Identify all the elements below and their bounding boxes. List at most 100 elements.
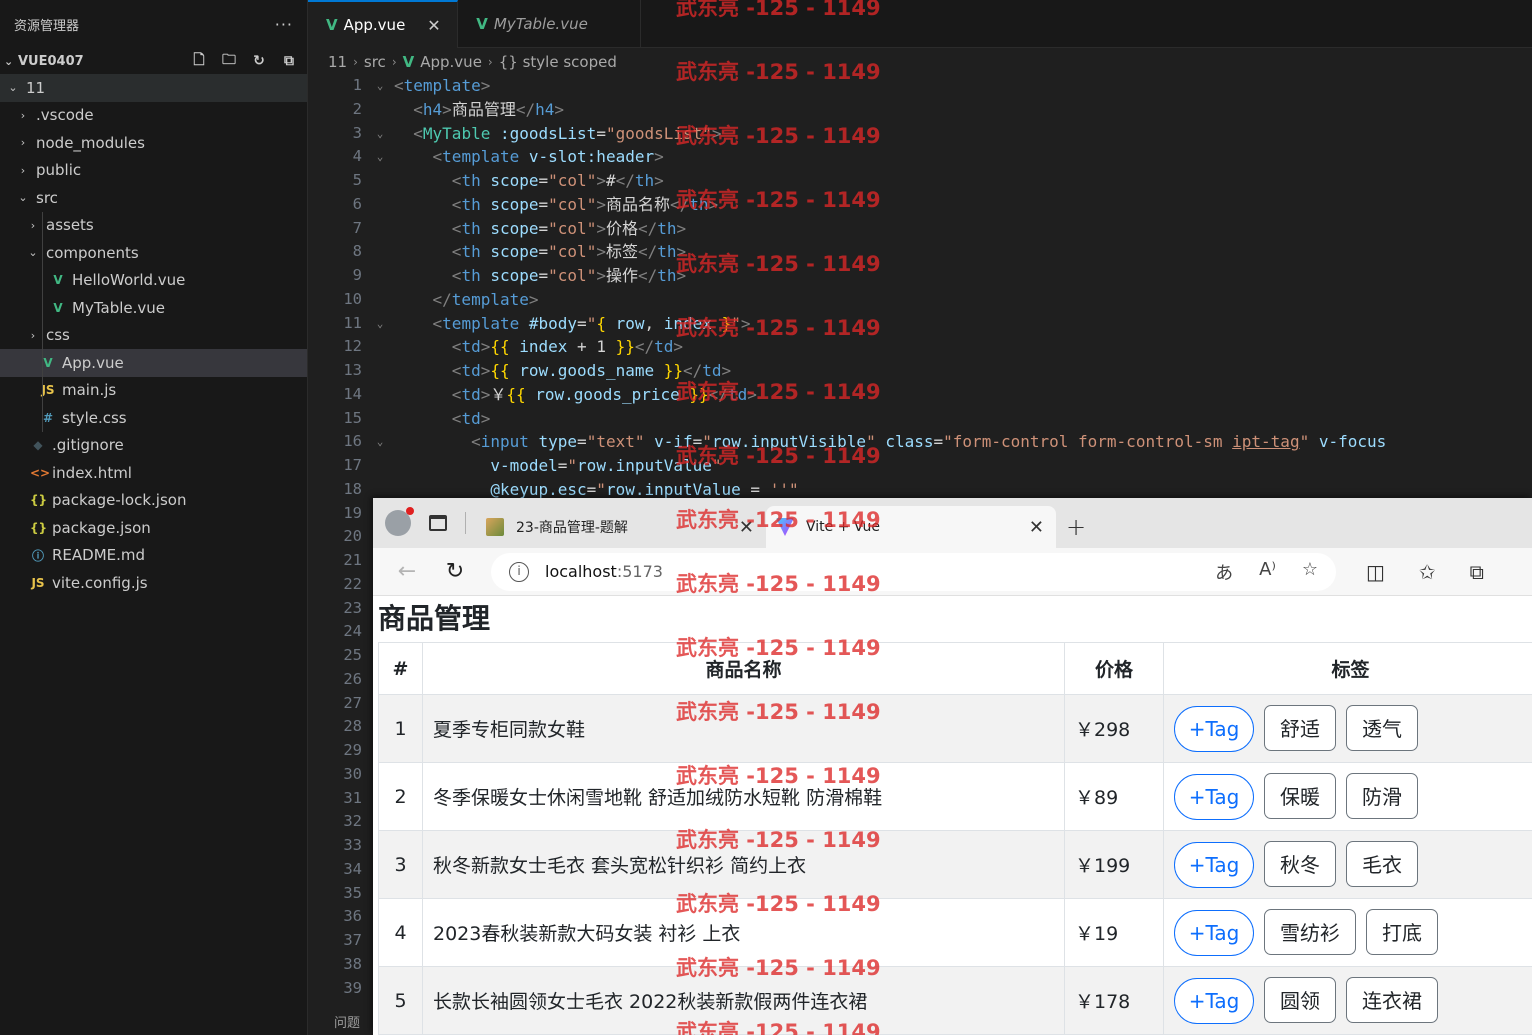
project-header[interactable]: ⌄ VUE0407 🗋 🗀 ↻ ⧉ bbox=[0, 48, 307, 74]
code-line[interactable]: <th scope="col">标签</th> bbox=[394, 240, 1532, 264]
tree-item[interactable]: ⓘ README.md bbox=[0, 542, 307, 570]
code-token: </ bbox=[432, 289, 452, 309]
site-info-icon[interactable]: i bbox=[509, 561, 529, 582]
tree-item[interactable]: V App.vue bbox=[0, 349, 307, 377]
code-token: MyTable bbox=[422, 123, 491, 143]
new-folder-icon[interactable]: 🗀 bbox=[219, 51, 239, 71]
tree-item[interactable]: ⌄ src bbox=[0, 184, 307, 212]
tab-actions-icon[interactable] bbox=[429, 515, 447, 531]
close-tab-icon[interactable]: ✕ bbox=[739, 517, 754, 538]
code-line[interactable]: <th scope="col">价格</th> bbox=[394, 217, 1532, 241]
tree-item[interactable]: {} package.json bbox=[0, 514, 307, 542]
tree-item[interactable]: <> index.html bbox=[0, 459, 307, 487]
collections-icon[interactable]: ⧉ bbox=[1470, 560, 1484, 584]
tree-item[interactable]: V MyTable.vue bbox=[0, 294, 307, 322]
add-tag-button[interactable]: +Tag bbox=[1174, 706, 1254, 753]
favorites-icon[interactable]: ✩ bbox=[1419, 560, 1436, 584]
tree-item-label: assets bbox=[46, 216, 94, 235]
breadcrumb-folder[interactable]: 11 bbox=[328, 53, 347, 71]
code-line[interactable]: </template> bbox=[394, 288, 1532, 312]
code-lines[interactable]: <template> <h4>商品管理</h4> <MyTable :goods… bbox=[394, 74, 1532, 502]
tree-item[interactable]: › node_modules bbox=[0, 129, 307, 157]
refresh-icon[interactable]: ↻ bbox=[249, 51, 269, 71]
profile-avatar-icon[interactable] bbox=[385, 507, 414, 536]
split-screen-icon[interactable]: ◫ bbox=[1366, 560, 1385, 584]
tag-badge[interactable]: 雪纺衫 bbox=[1264, 908, 1356, 955]
tab-mytable-vue[interactable]: V MyTable.vue bbox=[458, 0, 641, 48]
tag-badge[interactable]: 毛衣 bbox=[1346, 840, 1418, 887]
cell-price: ￥298 bbox=[1064, 694, 1164, 763]
code-line[interactable]: <template #body="{ row, index }"> bbox=[394, 312, 1532, 336]
code-line[interactable]: <td> bbox=[394, 407, 1532, 431]
tree-item[interactable]: # style.css bbox=[0, 404, 307, 432]
tag-badge[interactable]: 圆领 bbox=[1264, 976, 1336, 1023]
tree-item[interactable]: ◆ .gitignore bbox=[0, 432, 307, 460]
tab-app-vue[interactable]: V App.vue ✕ bbox=[308, 0, 459, 48]
tree-item[interactable]: V HelloWorld.vue bbox=[0, 266, 307, 294]
fold-chevron-icon[interactable]: ⌄ bbox=[372, 122, 388, 146]
code-line[interactable]: <th scope="col">操作</th> bbox=[394, 264, 1532, 288]
back-arrow-icon[interactable]: ← bbox=[395, 559, 419, 584]
code-token: th bbox=[657, 242, 677, 262]
code-line[interactable]: <td>{{ index + 1 }}</td> bbox=[394, 335, 1532, 359]
close-icon[interactable]: ✕ bbox=[427, 16, 443, 35]
code-line[interactable]: <th scope="col">#</th> bbox=[394, 169, 1532, 193]
new-file-icon[interactable]: 🗋 bbox=[189, 51, 209, 71]
breadcrumb-folder[interactable]: src bbox=[364, 53, 386, 71]
browser-tab-inactive[interactable]: 23-商品管理-题解 ✕ bbox=[476, 506, 766, 548]
tree-item[interactable]: ⌄ components bbox=[0, 239, 307, 267]
add-tag-button[interactable]: +Tag bbox=[1174, 978, 1254, 1025]
code-line[interactable]: <MyTable :goodsList="goodsList"> bbox=[394, 122, 1532, 146]
tag-badge[interactable]: 打底 bbox=[1366, 908, 1438, 955]
tree-item[interactable]: JS vite.config.js bbox=[0, 569, 307, 597]
tag-badge[interactable]: 防滑 bbox=[1346, 772, 1418, 819]
tag-badge[interactable]: 秋冬 bbox=[1264, 840, 1336, 887]
cell-name: 秋冬新款女士毛衣 套头宽松针织衫 简约上衣 bbox=[422, 830, 1065, 899]
add-tag-button[interactable]: +Tag bbox=[1174, 774, 1254, 821]
favorite-star-icon[interactable]: ☆ bbox=[1302, 559, 1318, 585]
code-line[interactable]: <input type="text" v-if="row.inputVisibl… bbox=[394, 430, 1532, 454]
collapse-all-icon[interactable]: ⧉ bbox=[279, 51, 299, 71]
tree-item[interactable]: ⌄ 11 bbox=[0, 74, 307, 102]
close-tab-icon[interactable]: ✕ bbox=[1029, 517, 1044, 538]
add-tag-button[interactable]: +Tag bbox=[1174, 842, 1254, 889]
code-line[interactable]: <th scope="col">商品名称</th> bbox=[394, 193, 1532, 217]
code-line[interactable]: v-model="row.inputValue" bbox=[394, 454, 1532, 478]
fold-chevron-icon[interactable]: ⌄ bbox=[372, 145, 388, 169]
browser-tab-active[interactable]: Vite + Vue ✕ bbox=[766, 506, 1056, 548]
explorer-title: 资源管理器 bbox=[14, 18, 80, 34]
problems-label[interactable]: 问题 bbox=[334, 1012, 360, 1031]
read-aloud-icon[interactable]: A⁾ bbox=[1259, 559, 1276, 585]
tag-badge[interactable]: 舒适 bbox=[1264, 704, 1336, 751]
code-token: " bbox=[702, 432, 712, 452]
add-tag-button[interactable]: +Tag bbox=[1174, 910, 1254, 957]
code-line[interactable]: <td>{{ row.goods_name }}</td> bbox=[394, 359, 1532, 383]
address-bar[interactable]: i localhost:5173 あ A⁾ ☆ bbox=[491, 552, 1336, 591]
tree-item[interactable]: {} package-lock.json bbox=[0, 487, 307, 515]
code-line[interactable]: <template v-slot:header> bbox=[394, 145, 1532, 169]
tag-badge[interactable]: 透气 bbox=[1346, 704, 1418, 751]
new-tab-button[interactable]: + bbox=[1056, 506, 1096, 548]
tag-badge[interactable]: 保暖 bbox=[1264, 772, 1336, 819]
code-line[interactable]: <h4>商品管理</h4> bbox=[394, 98, 1532, 122]
table-body: 1 夏季专柜同款女鞋 ￥298 +Tag 舒适 透气 2 冬季保暖女士休闲雪地靴 舒适加绒防水… bbox=[378, 694, 1532, 1035]
breadcrumb-file[interactable]: App.vue bbox=[420, 53, 482, 71]
more-actions-icon[interactable]: ··· bbox=[275, 15, 293, 34]
vite-favicon-icon bbox=[776, 518, 794, 536]
tag-badge[interactable]: 连衣裙 bbox=[1346, 976, 1438, 1023]
code-line[interactable]: <template> bbox=[394, 74, 1532, 98]
fold-chevron-icon[interactable]: ⌄ bbox=[372, 430, 388, 454]
tree-item[interactable]: › .vscode bbox=[0, 102, 307, 130]
translate-icon[interactable]: あ bbox=[1215, 559, 1233, 585]
fold-chevron-icon[interactable]: ⌄ bbox=[372, 74, 388, 98]
chevron-down-icon: ⌄ bbox=[18, 191, 28, 205]
tree-item[interactable]: › public bbox=[0, 157, 307, 185]
breadcrumb-symbol[interactable]: {} style scoped bbox=[499, 53, 617, 71]
code-line[interactable]: <td>￥{{ row.goods_price }}</td> bbox=[394, 383, 1532, 407]
tree-item[interactable]: JS main.js bbox=[0, 376, 307, 404]
tree-item-label: HelloWorld.vue bbox=[72, 271, 186, 290]
reload-icon[interactable]: ↻ bbox=[443, 559, 467, 584]
fold-chevron-icon[interactable]: ⌄ bbox=[372, 312, 388, 336]
tree-item[interactable]: › css bbox=[0, 321, 307, 349]
tree-item[interactable]: › assets bbox=[0, 211, 307, 239]
